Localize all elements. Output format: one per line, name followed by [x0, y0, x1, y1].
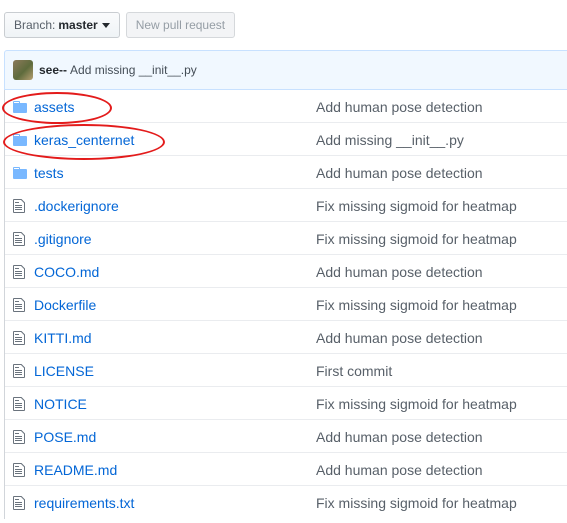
avatar[interactable]: [13, 60, 33, 80]
file-row: .dockerignore Fix missing sigmoid for hea…: [5, 189, 567, 222]
file-row: LICENSE First commit: [5, 354, 567, 387]
commit-message-link[interactable]: Fix missing sigmoid for heatmap: [316, 396, 517, 412]
commit-author[interactable]: see--: [39, 63, 67, 77]
file-row: keras_centernet Add missing __init__.py: [5, 123, 567, 156]
commit-message-link[interactable]: Add missing __init__.py: [316, 132, 464, 148]
file-name-link[interactable]: requirements.txt: [34, 495, 134, 511]
commit-message-link[interactable]: Fix missing sigmoid for heatmap: [316, 231, 517, 247]
folder-icon: [13, 132, 27, 148]
commit-message-link[interactable]: Add human pose detection: [316, 462, 483, 478]
commit-message-link[interactable]: First commit: [316, 363, 392, 379]
file-row: tests Add human pose detection: [5, 156, 567, 189]
toolbar: Branch: master New pull request: [4, 12, 236, 40]
file-icon: [13, 264, 27, 280]
commit-message-link[interactable]: Add human pose detection: [316, 99, 483, 115]
commit-message[interactable]: Add missing __init__.py: [70, 63, 197, 77]
caret-down-icon: [101, 22, 110, 28]
file-list: assets Add human pose detection keras_cent…: [4, 90, 567, 519]
file-name-link[interactable]: assets: [34, 99, 74, 115]
commit-message-link[interactable]: Add human pose detection: [316, 330, 483, 346]
commit-message-link[interactable]: Fix missing sigmoid for heatmap: [316, 198, 517, 214]
file-icon: [13, 396, 27, 412]
folder-icon: [13, 165, 27, 181]
file-name-link[interactable]: KITTI.md: [34, 330, 92, 346]
file-row: KITTI.md Add human pose detection: [5, 321, 567, 354]
commit-message-link[interactable]: Add human pose detection: [316, 429, 483, 445]
file-name-link[interactable]: .dockerignore: [34, 198, 119, 214]
latest-commit-bar: see-- Add missing __init__.py: [4, 50, 567, 90]
file-name-link[interactable]: README.md: [34, 462, 117, 478]
file-row: requirements.txt Fix missing sigmoid for …: [5, 486, 567, 519]
file-row: COCO.md Add human pose detection: [5, 255, 567, 288]
file-name-link[interactable]: tests: [34, 165, 64, 181]
commit-message-link[interactable]: Add human pose detection: [316, 264, 483, 280]
commit-message-link[interactable]: Add human pose detection: [316, 165, 483, 181]
file-icon: [13, 462, 27, 478]
new-pull-request-button[interactable]: New pull request: [125, 12, 236, 38]
file-name-link[interactable]: keras_centernet: [34, 132, 134, 148]
file-icon: [13, 198, 27, 214]
file-icon: [13, 429, 27, 445]
branch-label: Branch:: [14, 18, 56, 32]
file-name-link[interactable]: POSE.md: [34, 429, 96, 445]
file-name-link[interactable]: .gitignore: [34, 231, 92, 247]
commit-message-link[interactable]: Fix missing sigmoid for heatmap: [316, 297, 517, 313]
branch-select-button[interactable]: Branch: master: [4, 12, 120, 38]
file-row: Dockerfile Fix missing sigmoid for heatma…: [5, 288, 567, 321]
file-row: assets Add human pose detection: [5, 90, 567, 123]
file-name-link[interactable]: NOTICE: [34, 396, 87, 412]
file-icon: [13, 231, 27, 247]
commit-message-link[interactable]: Fix missing sigmoid for heatmap: [316, 495, 517, 511]
file-row: NOTICE Fix missing sigmoid for heatmap: [5, 387, 567, 420]
file-row: .gitignore Fix missing sigmoid for heatma…: [5, 222, 567, 255]
file-name-link[interactable]: COCO.md: [34, 264, 99, 280]
file-name-link[interactable]: Dockerfile: [34, 297, 96, 313]
branch-value: master: [58, 18, 98, 32]
file-name-link[interactable]: LICENSE: [34, 363, 94, 379]
folder-icon: [13, 99, 27, 115]
file-icon: [13, 495, 27, 511]
file-icon: [13, 330, 27, 346]
file-icon: [13, 297, 27, 313]
file-icon: [13, 363, 27, 379]
file-row: POSE.md Add human pose detection: [5, 420, 567, 453]
file-row: README.md Add human pose detection: [5, 453, 567, 486]
